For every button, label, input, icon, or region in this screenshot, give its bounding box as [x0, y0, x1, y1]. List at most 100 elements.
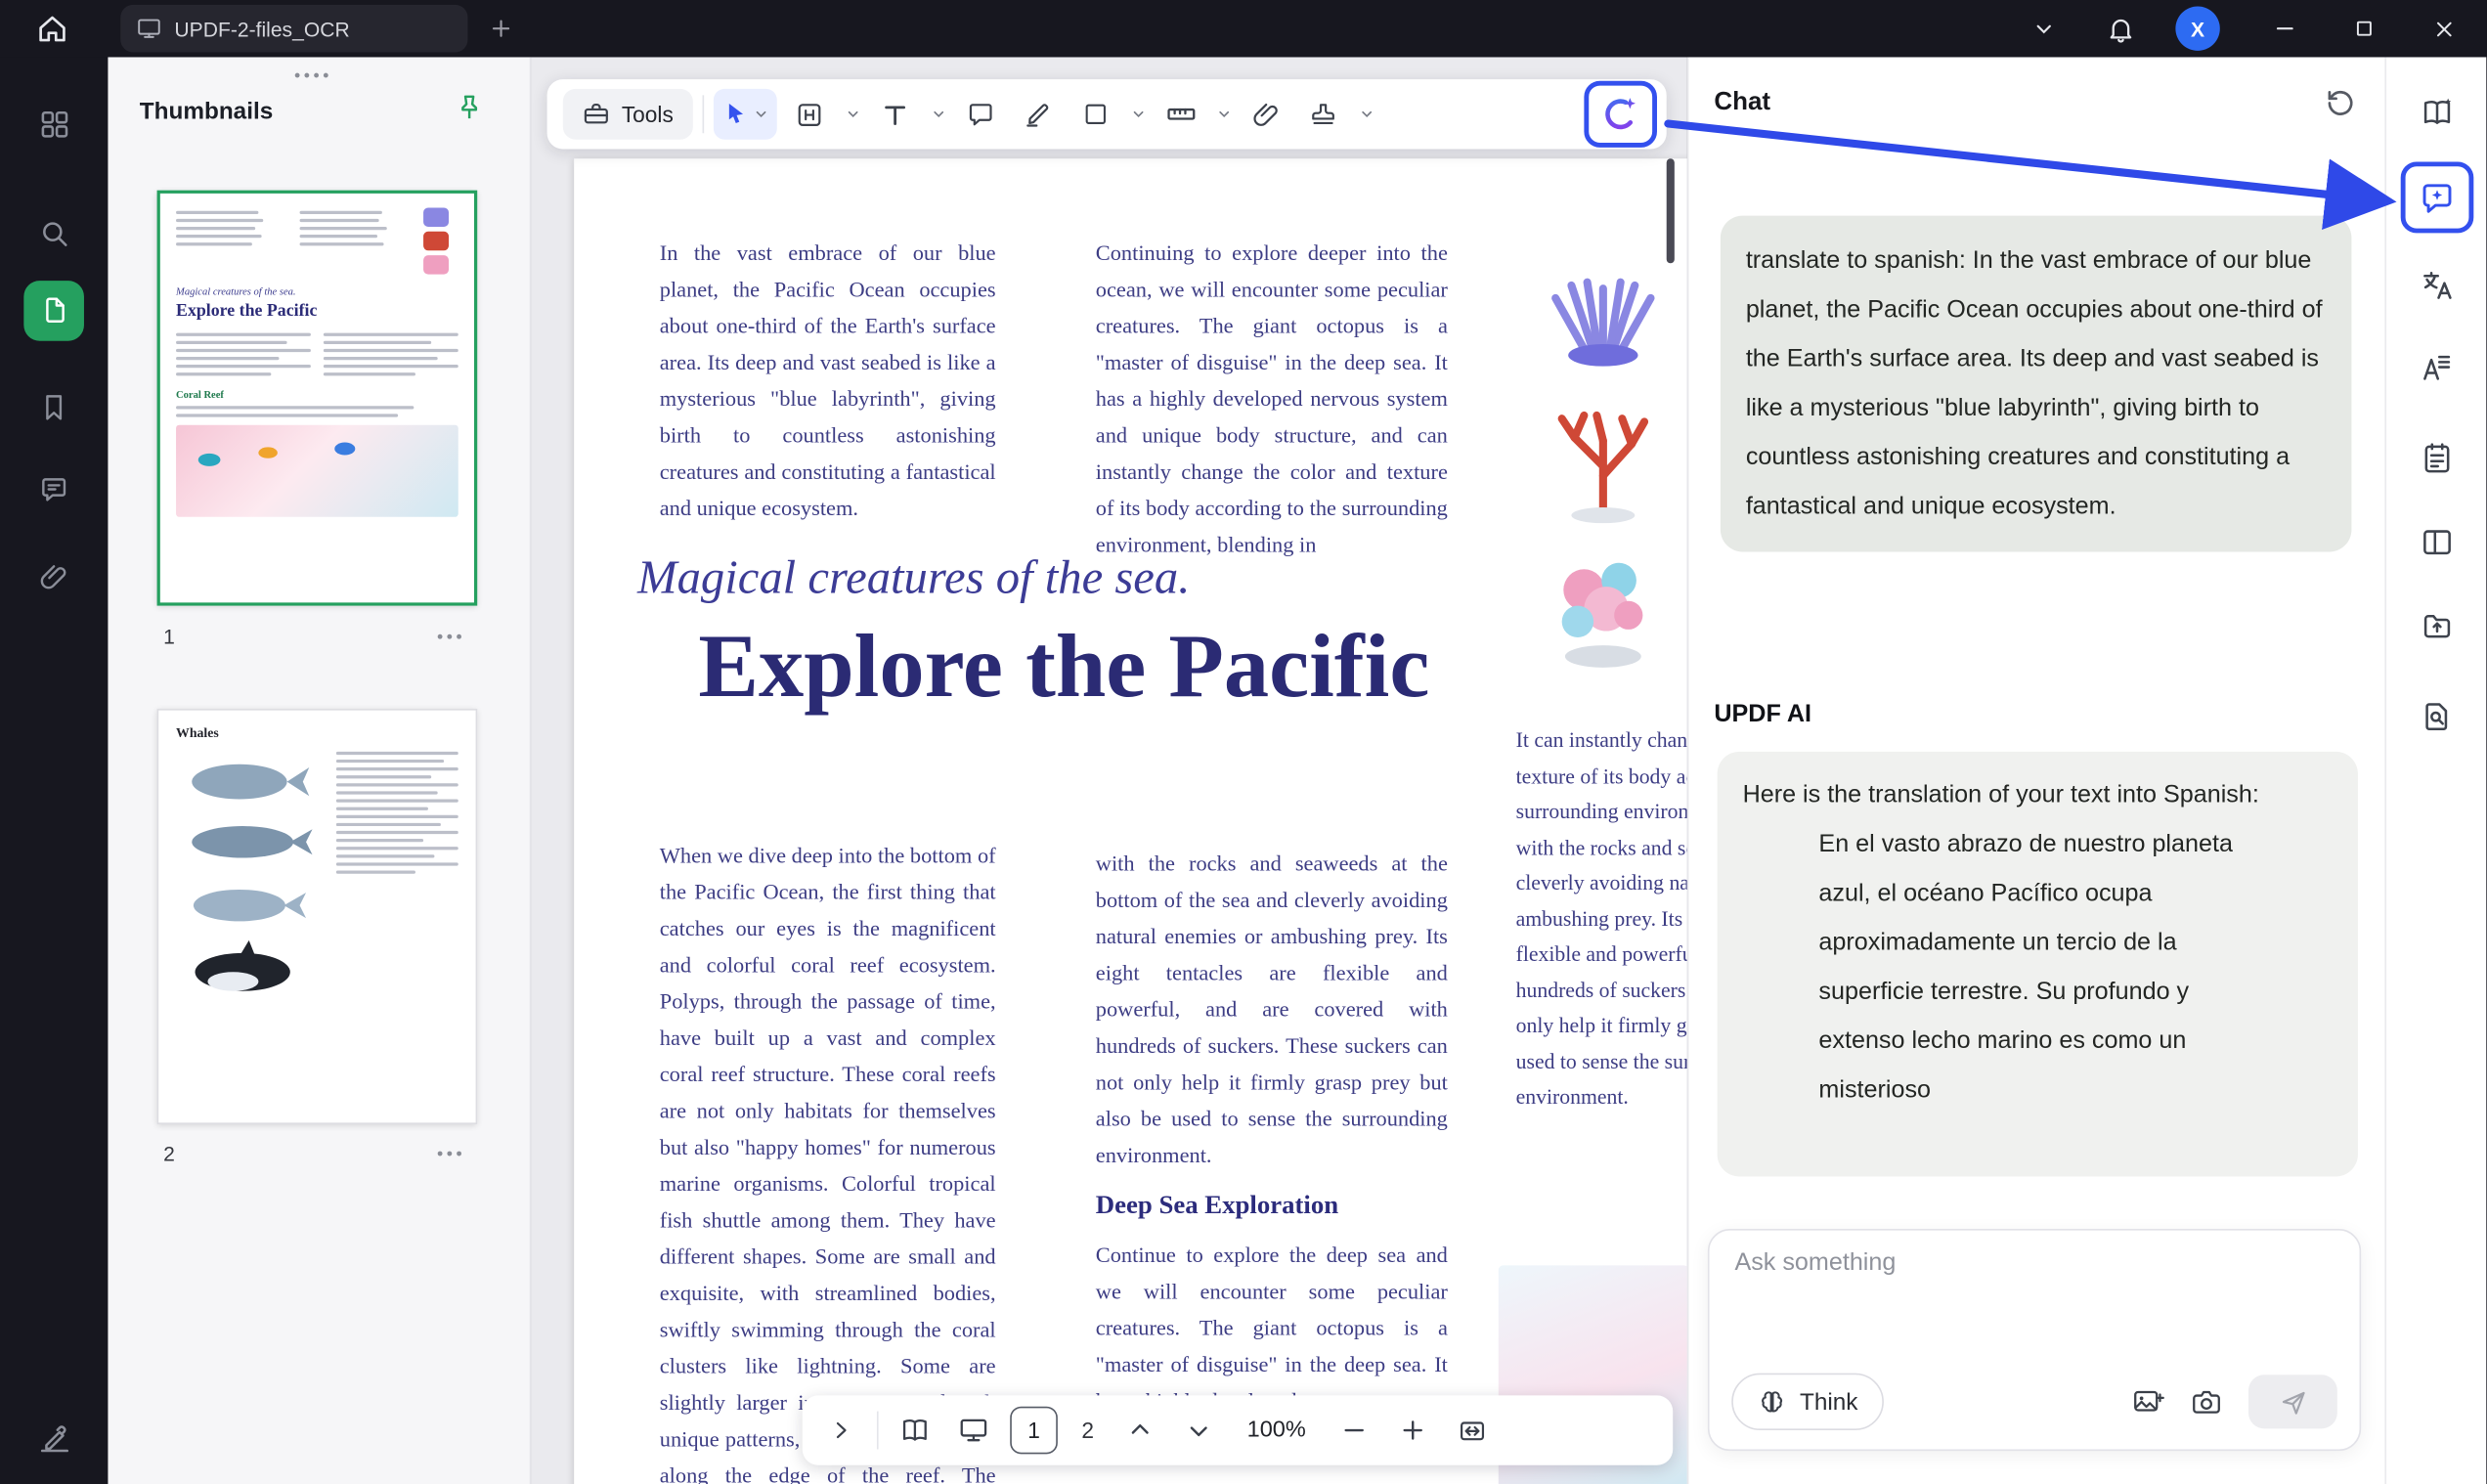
- add-image-button[interactable]: [2131, 1385, 2164, 1419]
- page-thumbnail-1[interactable]: Magical creatures of the sea. Explore th…: [157, 191, 478, 606]
- ai-name-label: UPDF AI: [1714, 701, 1811, 729]
- screenshot-button[interactable]: [2190, 1385, 2223, 1419]
- user-message-bubble: translate to spanish: In the vast embrac…: [1721, 216, 2352, 552]
- book-view-button[interactable]: [893, 1407, 937, 1455]
- chevron-right-icon: [828, 1418, 853, 1443]
- panel-drag-handle[interactable]: [295, 73, 328, 78]
- thumb1-title: Explore the Pacific: [176, 301, 458, 320]
- chevron-down-icon: [1216, 107, 1232, 122]
- document-tab[interactable]: UPDF-2-files_OCR: [120, 5, 467, 53]
- thumb1-subtitle: Magical creatures of the sea.: [176, 287, 458, 298]
- new-tab-button[interactable]: [480, 10, 521, 48]
- stamp-tool-chevron[interactable]: [1357, 89, 1375, 140]
- signature-button[interactable]: [27, 1412, 81, 1465]
- pin-panel-button[interactable]: [454, 92, 485, 123]
- history-icon: [2323, 86, 2358, 121]
- marker-tool-button[interactable]: [1015, 89, 1063, 140]
- doc-intro-col1: In the vast embrace of our blue planet, …: [660, 235, 996, 526]
- ai-search-button[interactable]: [2412, 691, 2463, 742]
- thumb2-title: Whales: [176, 724, 458, 740]
- reader-button[interactable]: [2412, 87, 2463, 138]
- bookmarks-button[interactable]: [27, 380, 81, 434]
- current-page-input[interactable]: 1: [1010, 1407, 1058, 1455]
- select-tool-chevron[interactable]: [751, 89, 769, 140]
- maximize-button[interactable]: [2343, 10, 2384, 48]
- rewrite-button[interactable]: [2412, 342, 2463, 393]
- present-icon: [958, 1415, 989, 1446]
- doc-body-col2: with the rocks and seaweeds at the botto…: [1096, 846, 1448, 1174]
- measure-tool-chevron[interactable]: [1214, 89, 1233, 140]
- ai-form-button[interactable]: [2412, 433, 2463, 484]
- next-page-button[interactable]: 2: [1071, 1418, 1103, 1443]
- edit-tool-button[interactable]: [786, 89, 834, 140]
- chevron-down-icon: [845, 107, 860, 122]
- translate-button[interactable]: [2412, 260, 2463, 311]
- tools-button[interactable]: Tools: [563, 89, 692, 140]
- whale-image: [176, 747, 319, 810]
- zoom-in-button[interactable]: [1390, 1407, 1434, 1455]
- ai-chat-button[interactable]: [2401, 161, 2474, 233]
- measure-tool-button[interactable]: [1157, 89, 1205, 140]
- next-page-chevron-button[interactable]: [1177, 1407, 1221, 1455]
- page-2-options-button[interactable]: [438, 1152, 461, 1157]
- send-button[interactable]: [2248, 1375, 2337, 1428]
- attach-tool-button[interactable]: [1243, 89, 1290, 140]
- fit-width-button[interactable]: [1450, 1407, 1494, 1455]
- text-tool-chevron[interactable]: [929, 89, 947, 140]
- apps-grid-button[interactable]: [27, 97, 81, 151]
- user-avatar[interactable]: X: [2175, 6, 2219, 50]
- left-sidebar: [0, 57, 108, 1484]
- present-button[interactable]: [951, 1407, 995, 1455]
- rewrite-icon: [2420, 350, 2455, 385]
- chat-panel-title: Chat: [1714, 89, 1770, 117]
- attachments-button[interactable]: [27, 550, 81, 604]
- shape-tool-button[interactable]: [1071, 89, 1119, 140]
- close-button[interactable]: [2422, 10, 2464, 48]
- think-mode-button[interactable]: Think: [1731, 1374, 1883, 1430]
- export-button[interactable]: [2412, 601, 2463, 652]
- comments-button[interactable]: [27, 463, 81, 517]
- stamp-tool-button[interactable]: [1300, 89, 1348, 140]
- text-tool-button[interactable]: [872, 89, 920, 140]
- comment-tool-button[interactable]: [957, 89, 1005, 140]
- thumbnails-panel-title: Thumbnails: [140, 99, 274, 126]
- bookmark-icon: [38, 392, 69, 423]
- measure-tool-icon: [1165, 99, 1197, 130]
- chat-history-button[interactable]: [2323, 86, 2358, 121]
- select-tool-button[interactable]: [713, 89, 776, 140]
- attach-tool-icon: [1251, 99, 1282, 129]
- page-thumbnail-2[interactable]: Whales: [157, 709, 478, 1124]
- zoom-out-button[interactable]: [1331, 1407, 1375, 1455]
- avatar-initial: X: [2191, 17, 2204, 40]
- page-2-label: 2: [163, 1142, 175, 1165]
- ai-chat-icon: [2419, 178, 2457, 216]
- doc-subtitle: Magical creatures of the sea.: [637, 551, 1190, 605]
- doc-body-col2b: Continue to explore the deep sea and we …: [1096, 1237, 1448, 1419]
- expand-bar-button[interactable]: [818, 1407, 862, 1455]
- tools-label: Tools: [622, 102, 674, 127]
- zoom-level-dropdown[interactable]: 100%: [1236, 1418, 1318, 1443]
- edit-tool-icon: [795, 99, 825, 129]
- home-button[interactable]: [31, 10, 72, 48]
- minimize-button[interactable]: [2264, 10, 2305, 48]
- edit-tool-chevron[interactable]: [843, 89, 861, 140]
- page-layout-icon: [2420, 525, 2455, 560]
- search-button[interactable]: [27, 206, 81, 260]
- title-bar: UPDF-2-files_OCR X: [0, 0, 2486, 57]
- chat-input-field[interactable]: [1734, 1249, 2336, 1341]
- previous-page-button[interactable]: [1118, 1407, 1162, 1455]
- page-layout-button[interactable]: [2412, 517, 2463, 568]
- updf-ai-icon: [1600, 94, 1641, 135]
- thumb2-whale-images: [176, 747, 322, 1004]
- shape-tool-chevron[interactable]: [1128, 89, 1147, 140]
- thumbnails-panel-button[interactable]: [23, 281, 84, 341]
- page-1-options-button[interactable]: [438, 634, 461, 639]
- marker-tool-icon: [1023, 99, 1053, 129]
- ai-search-icon: [2420, 699, 2455, 734]
- screenshot-icon: [2190, 1385, 2223, 1419]
- think-label: Think: [1800, 1388, 1858, 1416]
- updf-ai-button[interactable]: [1584, 81, 1657, 148]
- notifications-button[interactable]: [2100, 10, 2141, 48]
- collapse-toolbar-button[interactable]: [2024, 10, 2065, 48]
- document-scrollbar[interactable]: [1667, 158, 1675, 263]
